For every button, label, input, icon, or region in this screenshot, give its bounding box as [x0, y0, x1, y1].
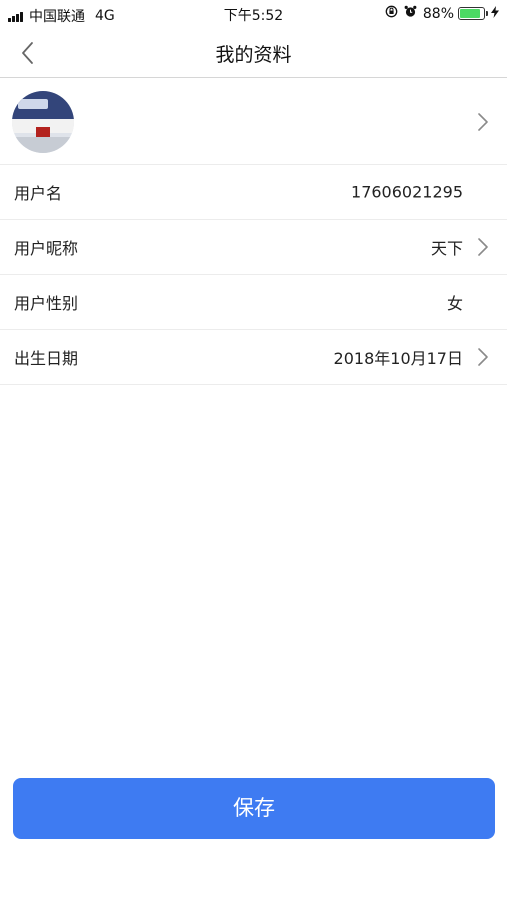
- avatar-row[interactable]: [0, 79, 507, 165]
- chevron-right-icon: [477, 237, 489, 257]
- nav-bar: 我的资料: [0, 28, 507, 78]
- nickname-row[interactable]: 用户昵称 天下: [0, 220, 507, 275]
- avatar: [12, 91, 74, 153]
- battery-cap: [486, 11, 488, 16]
- username-row: 用户名 17606021295: [0, 165, 507, 220]
- save-button[interactable]: 保存: [13, 778, 495, 839]
- status-bar: 中国联通 4G 下午5:52 88%: [0, 0, 507, 28]
- chevron-right-icon: [477, 112, 489, 132]
- gender-value: 女: [446, 294, 463, 313]
- nickname-value: 天下: [430, 239, 463, 258]
- charging-icon: [491, 6, 499, 21]
- birthday-label: 出生日期: [14, 349, 79, 368]
- gender-row[interactable]: 用户性别 女: [0, 275, 507, 330]
- birthday-row[interactable]: 出生日期 2018年10月17日: [0, 330, 507, 385]
- battery-percent: 88%: [422, 5, 454, 22]
- status-right: 88%: [385, 5, 499, 22]
- nickname-label: 用户昵称: [14, 239, 79, 258]
- battery-level: [460, 9, 481, 18]
- battery-icon: [458, 7, 488, 20]
- chevron-right-icon: [477, 347, 489, 367]
- alarm-icon: [404, 5, 417, 22]
- username-value: 17606021295: [351, 182, 463, 202]
- birthday-value: 2018年10月17日: [333, 349, 463, 368]
- username-label: 用户名: [14, 184, 63, 203]
- orientation-lock-icon: [385, 5, 398, 22]
- page-title: 我的资料: [215, 44, 292, 66]
- gender-label: 用户性别: [14, 294, 79, 313]
